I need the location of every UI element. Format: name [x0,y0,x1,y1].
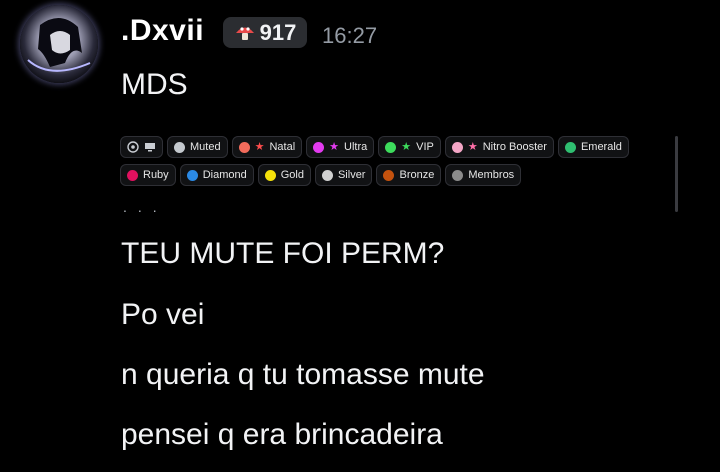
role-tag-silver[interactable]: Silver [314,164,373,186]
star-icon: ★ [329,140,340,153]
role-label: Silver [337,169,366,181]
role-color-dot [451,141,463,153]
role-tag-nitro-booster[interactable]: ★ Nitro Booster [444,136,554,158]
message-line-4: n queria q tu tomasse mute [121,358,485,391]
role-label: Natal [269,141,296,153]
role-color-dot [564,141,576,153]
settings-icon [127,141,139,153]
role-tags-row-1: Muted ★ Natal ★ Ultra ★ VIP ★ Nitro Boos… [120,136,629,158]
message-line-5: pensei q era brincadeira [121,418,443,451]
role-color-dot [321,169,333,181]
role-color-dot [452,169,464,181]
role-color-dot [383,169,395,181]
message-line-2: TEU MUTE FOI PERM? [121,237,445,270]
role-label: Ultra [344,141,368,153]
more-roles-ellipsis[interactable]: ... [123,199,168,215]
role-label: VIP [416,141,434,153]
role-tag-natal[interactable]: ★ Natal [231,136,303,158]
role-label: Emerald [580,141,622,153]
role-tag-ultra[interactable]: ★ Ultra [306,136,375,158]
role-tag-gold[interactable]: Gold [257,164,311,186]
role-label: Muted [190,141,221,153]
message-line-1: MDS [121,68,188,101]
role-label: Diamond [202,169,247,181]
star-icon: ★ [467,140,478,153]
role-label: Bronze [399,169,435,181]
role-color-dot [385,141,397,153]
role-color-dot [313,141,325,153]
tags-scrollbar[interactable] [675,136,678,212]
avatar-artwork [27,17,91,72]
message-timestamp: 16:27 [322,23,378,48]
message-line-3: Po vei [121,298,205,331]
role-tag-vip[interactable]: ★ VIP [378,136,441,158]
role-label: Gold [280,169,304,181]
role-tag-bronze[interactable]: Bronze [376,164,442,186]
star-icon: ★ [401,140,412,153]
role-tag-diamond[interactable]: Diamond [179,164,254,186]
desktop-icon [145,143,155,152]
mushroom-icon [235,26,254,40]
role-label: Membros [468,169,515,181]
author-username[interactable]: .Dxvii [121,14,204,48]
role-color-dot [264,169,276,181]
role-label: Ruby [143,169,169,181]
role-tag-muted[interactable]: Muted [167,136,228,158]
user-avatar[interactable] [20,5,98,83]
role-tag-membros[interactable]: Membros [445,164,522,186]
role-color-dot [127,169,138,181]
device-icons-tag[interactable] [120,136,163,158]
role-color-dot [238,141,250,153]
role-tag-ruby[interactable]: Ruby [120,164,176,186]
role-tag-emerald[interactable]: Emerald [557,136,629,158]
role-tags-row-2: Ruby Diamond Gold Silver Bronze Membros [120,164,522,186]
role-color-dot [186,169,198,181]
badge-count: 917 [259,19,297,45]
role-color-dot [174,141,185,153]
star-icon: ★ [254,140,265,153]
role-tags-panel: Muted ★ Natal ★ Ultra ★ VIP ★ Nitro Boos… [120,136,680,192]
server-badge[interactable]: 917 [223,17,307,48]
role-label: Nitro Booster [482,141,547,153]
